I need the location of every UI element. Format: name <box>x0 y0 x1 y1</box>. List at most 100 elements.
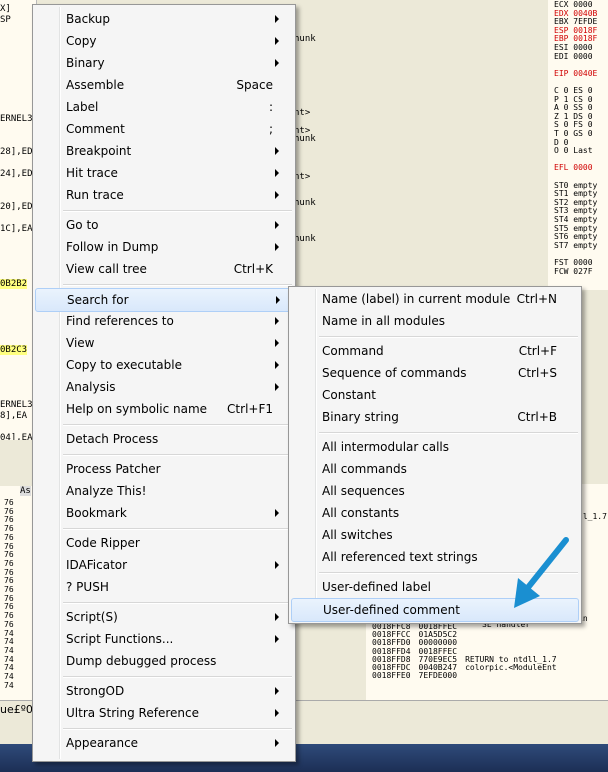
stack-value: 7EFDE000 <box>418 671 458 681</box>
menu-item-hit-trace[interactable]: Hit trace <box>35 162 291 184</box>
disasm-line[interactable]: 04],EA <box>0 433 33 440</box>
submenu-item-all-constants[interactable]: All constants <box>291 502 577 524</box>
menu-item-script-s[interactable]: Script(S) <box>35 606 291 628</box>
menu-item-dump-debugged-process[interactable]: Dump debugged process <box>35 650 291 672</box>
disasm-line[interactable]: SP <box>0 15 11 25</box>
chevron-right-icon <box>275 169 279 177</box>
stack-row[interactable]: 0018FFE0 7EFDE000 <box>372 671 465 681</box>
menu-item-label: View call tree <box>66 262 147 276</box>
menu-item-copy-to-executable[interactable]: Copy to executable <box>35 354 291 376</box>
menu-item-run-trace[interactable]: Run trace <box>35 184 291 206</box>
menu-item-idaficator[interactable]: IDAFicator <box>35 554 291 576</box>
registers-pane[interactable]: ECX 0000 EDX 0040B EBX 7EFDE ESP 0018F EBP 0… <box>548 0 608 290</box>
disasm-comment: nt> <box>294 172 311 182</box>
submenu-item-all-commands[interactable]: All commands <box>291 458 577 480</box>
disasm-line[interactable]: X] <box>0 4 11 14</box>
chevron-right-icon <box>275 317 279 325</box>
dump-pane[interactable]: As 76 76 76 76 76 76 76 76 76 76 76 76 76 76 76 74 74 74 74… <box>0 486 36 700</box>
register-line: EDI 0000 <box>554 51 593 61</box>
menu-item-analysis[interactable]: Analysis <box>35 376 291 398</box>
chevron-right-icon <box>275 37 279 45</box>
menu-item-label: Search for <box>67 293 129 307</box>
menu-item-view-call-tree[interactable]: View call tree Ctrl+K <box>35 258 291 280</box>
context-menu: Backup Copy Binary Assemble Space Label: Comme… <box>32 4 296 762</box>
menu-item-code-ripper[interactable]: Code Ripper <box>35 532 291 554</box>
menu-item-label: Go to <box>66 218 99 232</box>
menu-item-detach-process[interactable]: Detach Process <box>35 428 291 450</box>
menu-item-binary[interactable]: Binary <box>35 52 291 74</box>
disasm-line[interactable]: 28],ED <box>0 147 33 157</box>
menu-item-label: Comment <box>66 122 125 136</box>
menu-item-label: Script(S) <box>66 610 118 624</box>
chevron-right-icon <box>275 221 279 229</box>
submenu-item-name-in-all-modules[interactable]: Name in all modules <box>291 310 577 332</box>
disasm-comment: hunk <box>294 34 316 44</box>
disasm-line[interactable]: 20],ED <box>0 202 33 212</box>
submenu-item-all-intermodular-calls[interactable]: All intermodular calls <box>291 436 577 458</box>
menu-item-strongod[interactable]: StrongOD <box>35 680 291 702</box>
menu-item-shortcut: Ctrl+F <box>518 344 557 358</box>
menu-item-label: All constants <box>322 506 400 520</box>
menu-item-copy[interactable]: Copy <box>35 30 291 52</box>
menu-item-ultra-string-reference[interactable]: Ultra String Reference <box>35 702 291 724</box>
disasm-line[interactable]: 8],EA <box>0 411 27 421</box>
stack-address: 0018FFE0 <box>372 671 411 681</box>
submenu-item-all-sequences[interactable]: All sequences <box>291 480 577 502</box>
dump-line[interactable]: 74 <box>4 681 14 691</box>
submenu-item-sequence-of-commands[interactable]: Sequence of commands Ctrl+S <box>291 362 577 384</box>
menu-item-go-to[interactable]: Go to <box>35 214 291 236</box>
menu-item-label: Detach Process <box>66 432 159 446</box>
menu-item-label: Binary string <box>322 410 399 424</box>
menu-item-process-patcher[interactable]: Process Patcher <box>35 458 291 480</box>
menu-item-shortcut: Ctrl+N <box>516 292 557 306</box>
stack-note: ll_1.7 <box>578 512 607 521</box>
disasm-line[interactable]: 1C],EA <box>0 224 33 234</box>
submenu-item-name-label-in-current-module[interactable]: Name (label) in current module Ctrl+N <box>291 288 577 310</box>
menu-item-shortcut: Ctrl+K <box>233 262 273 276</box>
disasm-line[interactable]: ERNEL3 <box>0 114 33 124</box>
menu-item-backup[interactable]: Backup <box>35 8 291 30</box>
chevron-right-icon <box>275 191 279 199</box>
menu-item-label: Script Functions... <box>66 632 174 646</box>
disasm-line[interactable]: 0B2B2 <box>0 279 28 289</box>
menu-item-comment[interactable]: Comment; <box>35 118 291 140</box>
menu-item-find-references-to[interactable]: Find references to <box>35 310 291 332</box>
menu-separator <box>63 728 292 730</box>
chevron-right-icon <box>275 561 279 569</box>
chevron-right-icon <box>276 296 280 304</box>
menu-item-appearance[interactable]: Appearance <box>35 732 291 754</box>
menu-item-script-functions[interactable]: Script Functions... <box>35 628 291 650</box>
menu-item-view[interactable]: View <box>35 332 291 354</box>
menu-separator <box>319 336 578 338</box>
submenu-item-command[interactable]: Command Ctrl+F <box>291 340 577 362</box>
register-line: ST7 empty <box>554 240 598 250</box>
chevron-right-icon <box>275 59 279 67</box>
menu-item-label: Copy <box>66 34 97 48</box>
menu-item-label[interactable]: Label: <box>35 96 291 118</box>
menu-item-label: Analysis <box>66 380 116 394</box>
menu-item-push[interactable]: ? PUSH <box>35 576 291 598</box>
register-line: EFL 0000 <box>554 163 593 173</box>
menu-item-label: Find references to <box>66 314 174 328</box>
submenu-item-constant[interactable]: Constant <box>291 384 577 406</box>
menu-item-label: Hit trace <box>66 166 118 180</box>
menu-item-label: ? PUSH <box>66 580 109 594</box>
disasm-line[interactable]: 0B2C3 <box>0 345 28 355</box>
pointer-arrow-icon <box>514 537 569 608</box>
menu-item-label: All sequences <box>322 484 405 498</box>
menu-separator <box>63 454 292 456</box>
menu-item-search-for[interactable]: Search for <box>35 288 293 312</box>
menu-separator <box>63 676 292 678</box>
menu-item-bookmark[interactable]: Bookmark <box>35 502 291 524</box>
menu-separator <box>63 210 292 212</box>
menu-item-help-on-symbolic-name[interactable]: Help on symbolic name Ctrl+F1 <box>35 398 291 420</box>
submenu-item-binary-string[interactable]: Binary string Ctrl+B <box>291 406 577 428</box>
menu-item-label: Copy to executable <box>66 358 182 372</box>
menu-item-analyze-this[interactable]: Analyze This! <box>35 480 291 502</box>
disasm-line[interactable]: ERNEL3 <box>0 400 33 410</box>
disasm-line[interactable]: 24],ED <box>0 169 33 179</box>
menu-item-shortcut: Space <box>236 78 273 92</box>
menu-item-follow-in-dump[interactable]: Follow in Dump <box>35 236 291 258</box>
menu-item-assemble[interactable]: Assemble Space <box>35 74 291 96</box>
menu-item-breakpoint[interactable]: Breakpoint <box>35 140 291 162</box>
